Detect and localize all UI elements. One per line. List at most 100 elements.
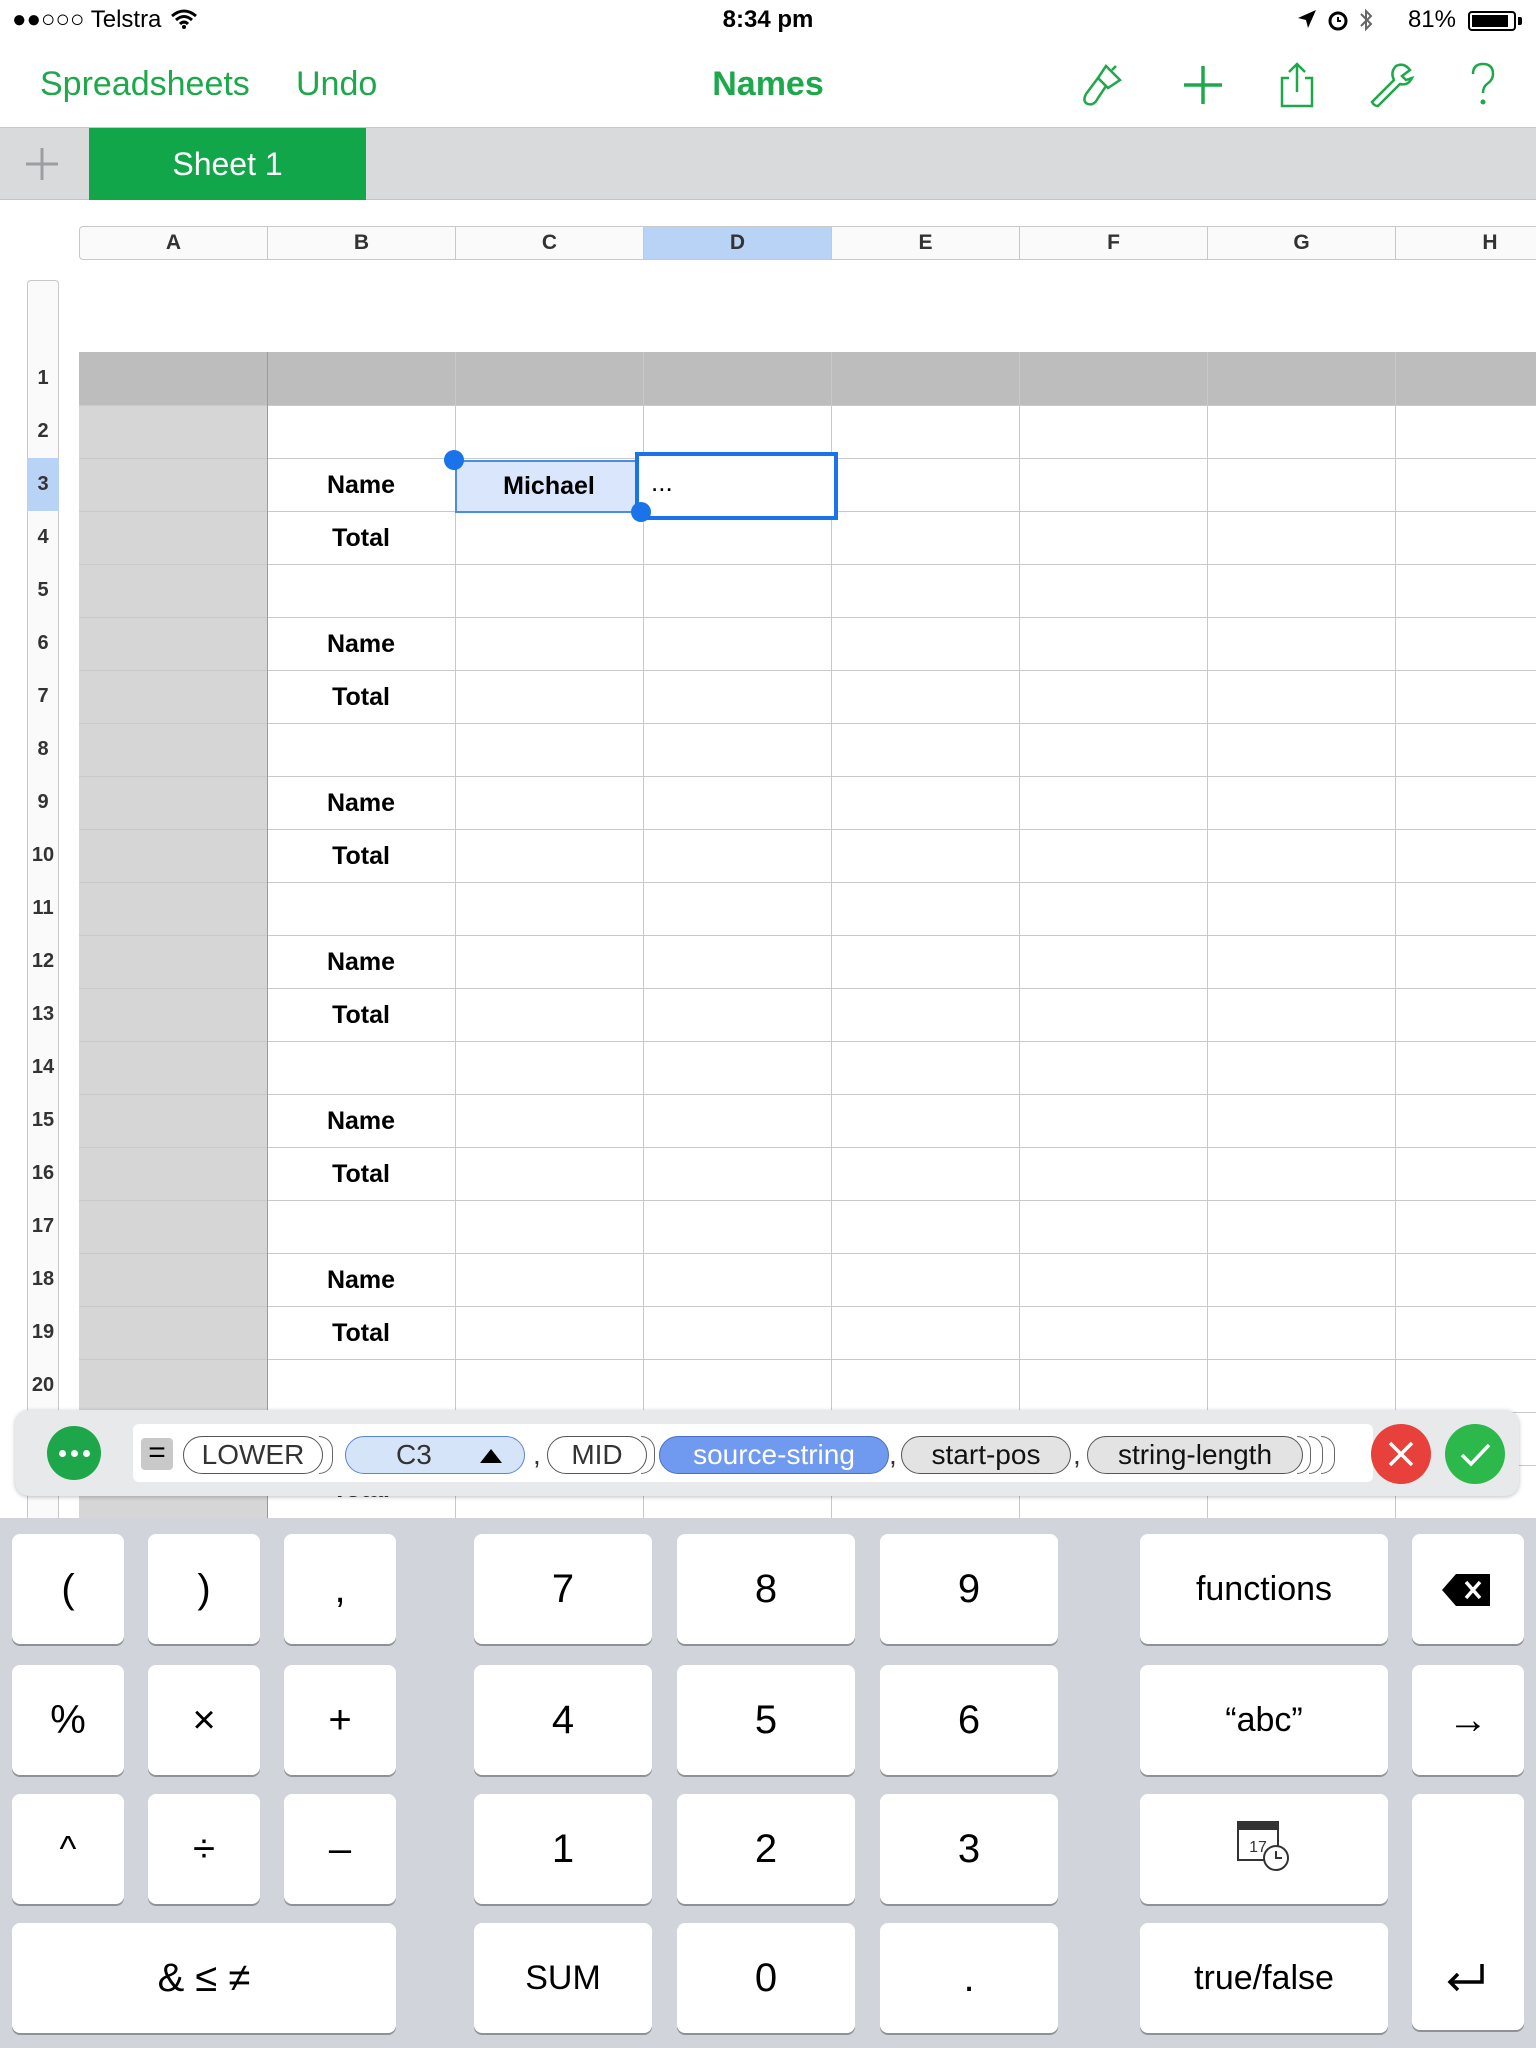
- key-close-paren[interactable]: ): [148, 1534, 260, 1644]
- key-4[interactable]: 4: [474, 1665, 652, 1775]
- key-text-string[interactable]: “abc”: [1140, 1665, 1388, 1775]
- key-decimal[interactable]: .: [880, 1923, 1058, 2033]
- column-header: A B C D E F G H: [79, 226, 1536, 260]
- row-header-11[interactable]: 11: [27, 882, 59, 935]
- location-icon: [1298, 10, 1316, 28]
- key-3[interactable]: 3: [880, 1794, 1058, 1904]
- column-header-d[interactable]: D: [644, 227, 832, 259]
- cell-b16[interactable]: Total: [267, 1159, 455, 1189]
- key-7[interactable]: 7: [474, 1534, 652, 1644]
- checkmark-icon: [1460, 1443, 1491, 1467]
- key-functions[interactable]: functions: [1140, 1534, 1388, 1644]
- row-header-13[interactable]: 13: [27, 988, 59, 1041]
- row-header-12[interactable]: 12: [27, 935, 59, 988]
- cell-b7[interactable]: Total: [267, 682, 455, 712]
- cell-c3[interactable]: Michael: [455, 460, 643, 513]
- token-string-length[interactable]: string-length: [1087, 1436, 1303, 1474]
- row-header-16[interactable]: 16: [27, 1147, 59, 1200]
- close-icon: [1388, 1441, 1414, 1467]
- key-5[interactable]: 5: [677, 1665, 855, 1775]
- undo-button[interactable]: Undo: [296, 64, 377, 104]
- selection-handle-bottom[interactable]: [631, 502, 651, 522]
- plus-icon[interactable]: [1178, 60, 1228, 110]
- row-header-15[interactable]: 15: [27, 1094, 59, 1147]
- return-icon: [1447, 1964, 1484, 1992]
- token-c3-reference[interactable]: C3: [345, 1436, 525, 1474]
- triangle-up-icon[interactable]: [480, 1449, 502, 1463]
- key-date-time[interactable]: 17: [1140, 1794, 1388, 1904]
- tab-sheet-1[interactable]: Sheet 1: [89, 128, 366, 200]
- cell-b13[interactable]: Total: [267, 1000, 455, 1030]
- cell-b6[interactable]: Name: [267, 629, 455, 659]
- cell-d3-editing[interactable]: ...: [635, 452, 838, 520]
- row-header-4[interactable]: 4: [27, 511, 59, 564]
- key-sum[interactable]: SUM: [474, 1923, 652, 2033]
- column-header-b[interactable]: B: [268, 227, 456, 259]
- add-sheet-icon[interactable]: [22, 144, 62, 184]
- row-header-19[interactable]: 19: [27, 1306, 59, 1359]
- key-1[interactable]: 1: [474, 1794, 652, 1904]
- column-header-e[interactable]: E: [832, 227, 1020, 259]
- wrench-icon[interactable]: [1366, 60, 1416, 110]
- share-icon[interactable]: [1272, 60, 1322, 110]
- column-header-f[interactable]: F: [1020, 227, 1208, 259]
- cell-b4[interactable]: Total: [267, 523, 455, 553]
- key-plus[interactable]: +: [284, 1665, 396, 1775]
- paintbrush-icon[interactable]: [1076, 60, 1126, 110]
- row-header-5[interactable]: 5: [27, 564, 59, 617]
- token-source-string[interactable]: source-string: [659, 1436, 889, 1474]
- key-delete[interactable]: [1412, 1534, 1524, 1644]
- key-return[interactable]: [1412, 1794, 1524, 2030]
- cell-b12[interactable]: Name: [267, 947, 455, 977]
- battery-percent: 81%: [1407, 6, 1456, 33]
- row-header-9[interactable]: 9: [27, 776, 59, 829]
- token-lower[interactable]: LOWER: [183, 1436, 323, 1474]
- key-minus[interactable]: –: [284, 1794, 396, 1904]
- cell-b10[interactable]: Total: [267, 841, 455, 871]
- key-9[interactable]: 9: [880, 1534, 1058, 1644]
- column-header-a[interactable]: A: [80, 227, 268, 259]
- row-header-10[interactable]: 10: [27, 829, 59, 882]
- row-header-7[interactable]: 7: [27, 670, 59, 723]
- key-2[interactable]: 2: [677, 1794, 855, 1904]
- spreadsheets-button[interactable]: Spreadsheets: [40, 64, 250, 104]
- key-divide[interactable]: ÷: [148, 1794, 260, 1904]
- token-mid[interactable]: MID: [547, 1436, 647, 1474]
- key-comma[interactable]: ,: [284, 1534, 396, 1644]
- key-percent[interactable]: %: [12, 1665, 124, 1775]
- key-true-false[interactable]: true/false: [1140, 1923, 1388, 2033]
- key-6[interactable]: 6: [880, 1665, 1058, 1775]
- cell-b19[interactable]: Total: [267, 1318, 455, 1348]
- column-header-h[interactable]: H: [1396, 227, 1536, 259]
- cell-b9[interactable]: Name: [267, 788, 455, 818]
- row-header-18[interactable]: 18: [27, 1253, 59, 1306]
- help-icon[interactable]: [1458, 60, 1508, 110]
- column-header-c[interactable]: C: [456, 227, 644, 259]
- key-open-paren[interactable]: (: [12, 1534, 124, 1644]
- row-header-17[interactable]: 17: [27, 1200, 59, 1253]
- key-operators[interactable]: & ≤ ≠: [12, 1923, 396, 2033]
- selection-handle-top[interactable]: [444, 450, 464, 470]
- row-header-3[interactable]: 3: [27, 458, 59, 511]
- formula-field[interactable]: = LOWER C3 , MID source-string , start-p…: [133, 1424, 1373, 1482]
- more-options-button[interactable]: [47, 1426, 101, 1480]
- cancel-formula-button[interactable]: [1371, 1424, 1431, 1484]
- key-8[interactable]: 8: [677, 1534, 855, 1644]
- key-tab-arrow[interactable]: →: [1412, 1665, 1524, 1775]
- row-header-8[interactable]: 8: [27, 723, 59, 776]
- column-header-g[interactable]: G: [1208, 227, 1396, 259]
- cell-b15[interactable]: Name: [267, 1106, 455, 1136]
- cell-b3[interactable]: Name: [267, 470, 455, 500]
- key-caret[interactable]: ^: [12, 1794, 124, 1904]
- token-start-pos[interactable]: start-pos: [901, 1436, 1071, 1474]
- accept-formula-button[interactable]: [1445, 1424, 1505, 1484]
- cell-b18[interactable]: Name: [267, 1265, 455, 1295]
- row-header-14[interactable]: 14: [27, 1041, 59, 1094]
- row-header-20[interactable]: 20: [27, 1359, 59, 1412]
- row-header-1[interactable]: 1: [27, 352, 59, 405]
- row-header-6[interactable]: 6: [27, 617, 59, 670]
- row-header-2[interactable]: 2: [27, 405, 59, 458]
- key-multiply[interactable]: ×: [148, 1665, 260, 1775]
- formula-editor: = LOWER C3 , MID source-string , start-p…: [15, 1410, 1519, 1496]
- key-0[interactable]: 0: [677, 1923, 855, 2033]
